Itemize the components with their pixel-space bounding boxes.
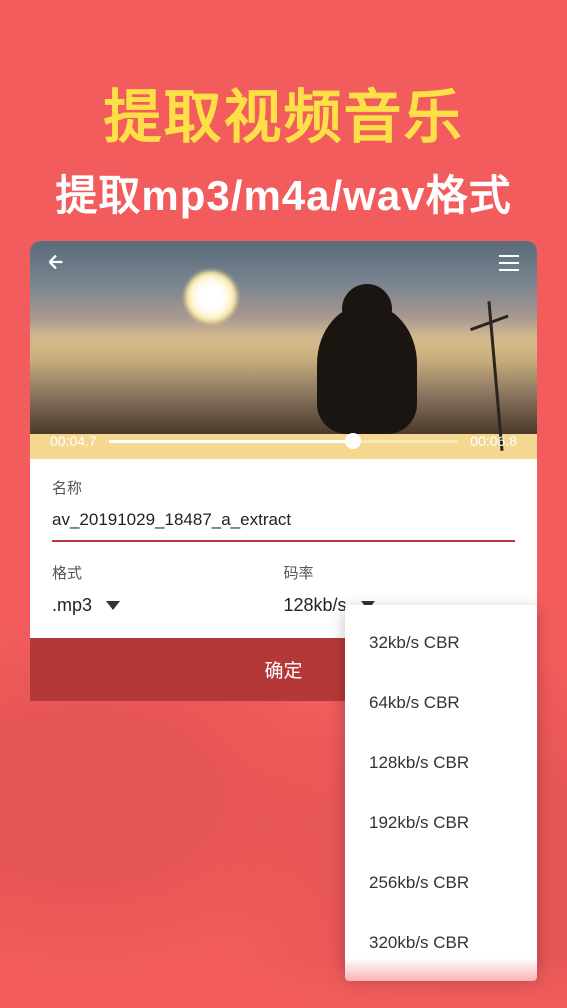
chevron-down-icon — [106, 601, 120, 610]
name-input[interactable]: av_20191029_18487_a_extract — [52, 510, 515, 542]
headline-secondary: 提取mp3/m4a/wav格式 — [0, 162, 567, 223]
video-silhouette — [317, 304, 417, 434]
bitrate-option[interactable]: 128kb/s CBR — [345, 733, 537, 793]
hamburger-menu-icon[interactable] — [499, 255, 519, 276]
bitrate-option[interactable]: 32kb/s CBR — [345, 613, 537, 673]
bitrate-value: 128kb/s — [284, 595, 347, 616]
bitrate-label: 码率 — [284, 562, 516, 583]
video-preview[interactable]: 00:04.7 00:06.8 — [30, 241, 537, 459]
name-field-section: 名称 av_20191029_18487_a_extract — [30, 459, 537, 542]
format-dropdown[interactable]: .mp3 — [52, 595, 284, 616]
bitrate-option[interactable]: 64kb/s CBR — [345, 673, 537, 733]
progress-slider[interactable] — [109, 440, 459, 443]
back-button[interactable] — [45, 251, 67, 280]
player-controls: 00:04.7 00:06.8 — [50, 433, 517, 449]
progress-thumb[interactable] — [345, 433, 361, 449]
bitrate-option[interactable]: 256kb/s CBR — [345, 853, 537, 913]
total-time: 00:06.8 — [470, 433, 517, 449]
progress-fill — [109, 440, 354, 443]
format-value: .mp3 — [52, 595, 92, 616]
format-field: 格式 .mp3 — [52, 562, 284, 616]
video-scenery — [30, 334, 537, 434]
format-label: 格式 — [52, 562, 284, 583]
bitrate-options-menu: 32kb/s CBR 64kb/s CBR 128kb/s CBR 192kb/… — [345, 605, 537, 981]
current-time: 00:04.7 — [50, 433, 97, 449]
bitrate-option[interactable]: 192kb/s CBR — [345, 793, 537, 853]
headline-primary: 提取视频音乐 — [0, 0, 567, 154]
name-label: 名称 — [52, 477, 515, 498]
fade-overlay — [0, 958, 567, 1008]
video-sun — [185, 271, 237, 323]
